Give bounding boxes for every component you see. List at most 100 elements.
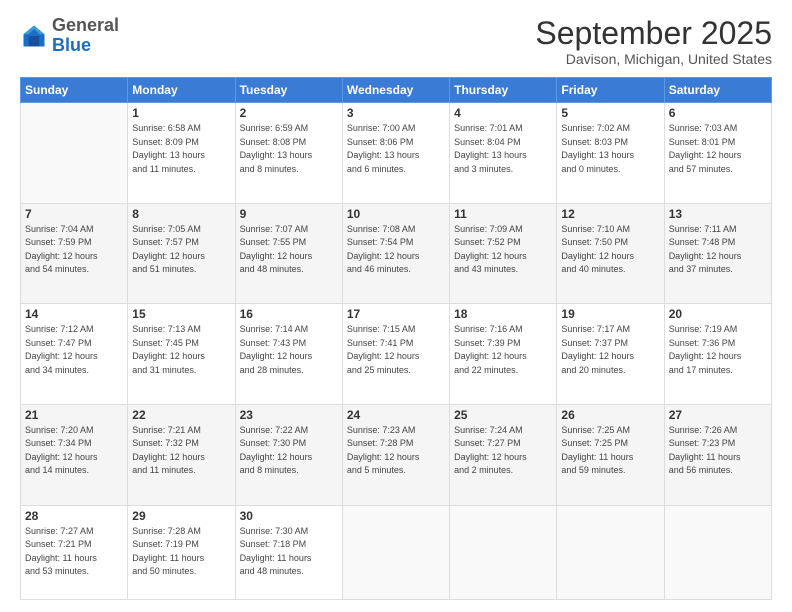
page: General Blue September 2025 Davison, Mic… <box>0 0 792 612</box>
day-info-line: Sunset: 7:50 PM <box>561 236 659 250</box>
day-info-line: Sunrise: 6:58 AM <box>132 122 230 136</box>
day-info-line: and 48 minutes. <box>240 263 338 277</box>
day-info-line: Daylight: 12 hours <box>240 250 338 264</box>
location: Davison, Michigan, United States <box>535 51 772 67</box>
day-info-line: Sunset: 7:30 PM <box>240 437 338 451</box>
day-info-line: Sunset: 7:57 PM <box>132 236 230 250</box>
day-info-line: Sunset: 8:06 PM <box>347 136 445 150</box>
calendar-week-4: 21Sunrise: 7:20 AMSunset: 7:34 PMDayligh… <box>21 404 772 505</box>
day-info-line: Sunset: 7:18 PM <box>240 538 338 552</box>
calendar-cell <box>557 505 664 600</box>
calendar-cell: 21Sunrise: 7:20 AMSunset: 7:34 PMDayligh… <box>21 404 128 505</box>
day-info-line: and 43 minutes. <box>454 263 552 277</box>
column-header-friday: Friday <box>557 78 664 103</box>
day-info-line: Daylight: 12 hours <box>25 350 123 364</box>
day-number: 7 <box>25 207 123 221</box>
day-number: 15 <box>132 307 230 321</box>
calendar-cell <box>664 505 771 600</box>
day-info-line: and 54 minutes. <box>25 263 123 277</box>
calendar-cell: 15Sunrise: 7:13 AMSunset: 7:45 PMDayligh… <box>128 304 235 405</box>
day-info-line: Sunrise: 7:23 AM <box>347 424 445 438</box>
day-info-line: Sunrise: 7:08 AM <box>347 223 445 237</box>
day-info-line: Sunrise: 7:10 AM <box>561 223 659 237</box>
day-info-line: Daylight: 12 hours <box>347 250 445 264</box>
day-info-line: Sunrise: 7:13 AM <box>132 323 230 337</box>
day-info-line: Daylight: 12 hours <box>132 350 230 364</box>
day-info-line: and 2 minutes. <box>454 464 552 478</box>
calendar-week-2: 7Sunrise: 7:04 AMSunset: 7:59 PMDaylight… <box>21 203 772 304</box>
day-info-line: Daylight: 13 hours <box>454 149 552 163</box>
day-info-line: Sunrise: 7:01 AM <box>454 122 552 136</box>
day-number: 19 <box>561 307 659 321</box>
calendar-cell: 20Sunrise: 7:19 AMSunset: 7:36 PMDayligh… <box>664 304 771 405</box>
day-info-line: Sunset: 7:48 PM <box>669 236 767 250</box>
day-number: 24 <box>347 408 445 422</box>
day-number: 16 <box>240 307 338 321</box>
calendar-cell: 24Sunrise: 7:23 AMSunset: 7:28 PMDayligh… <box>342 404 449 505</box>
calendar-week-1: 1Sunrise: 6:58 AMSunset: 8:09 PMDaylight… <box>21 103 772 204</box>
day-number: 30 <box>240 509 338 523</box>
day-number: 11 <box>454 207 552 221</box>
day-info-line: and 31 minutes. <box>132 364 230 378</box>
day-info-line: and 53 minutes. <box>25 565 123 579</box>
day-number: 4 <box>454 106 552 120</box>
day-info-line: and 17 minutes. <box>669 364 767 378</box>
day-info-line: Sunrise: 7:22 AM <box>240 424 338 438</box>
day-number: 13 <box>669 207 767 221</box>
day-info-line: Sunset: 7:19 PM <box>132 538 230 552</box>
calendar-cell: 23Sunrise: 7:22 AMSunset: 7:30 PMDayligh… <box>235 404 342 505</box>
day-info-line: Daylight: 13 hours <box>347 149 445 163</box>
day-info-line: Sunrise: 7:17 AM <box>561 323 659 337</box>
calendar-cell <box>21 103 128 204</box>
calendar-cell: 5Sunrise: 7:02 AMSunset: 8:03 PMDaylight… <box>557 103 664 204</box>
day-info-line: Sunrise: 7:05 AM <box>132 223 230 237</box>
day-info-line: Daylight: 12 hours <box>240 451 338 465</box>
calendar-cell: 22Sunrise: 7:21 AMSunset: 7:32 PMDayligh… <box>128 404 235 505</box>
day-info-line: Sunrise: 7:00 AM <box>347 122 445 136</box>
day-number: 3 <box>347 106 445 120</box>
calendar-cell: 14Sunrise: 7:12 AMSunset: 7:47 PMDayligh… <box>21 304 128 405</box>
calendar-cell <box>450 505 557 600</box>
day-info-line: Sunset: 7:52 PM <box>454 236 552 250</box>
day-info-line: Daylight: 11 hours <box>240 552 338 566</box>
day-number: 20 <box>669 307 767 321</box>
calendar-cell: 26Sunrise: 7:25 AMSunset: 7:25 PMDayligh… <box>557 404 664 505</box>
day-info-line: and 3 minutes. <box>454 163 552 177</box>
calendar-week-5: 28Sunrise: 7:27 AMSunset: 7:21 PMDayligh… <box>21 505 772 600</box>
day-info-line: Sunrise: 7:21 AM <box>132 424 230 438</box>
logo-general: General <box>52 15 119 35</box>
calendar-cell: 11Sunrise: 7:09 AMSunset: 7:52 PMDayligh… <box>450 203 557 304</box>
day-info-line: and 11 minutes. <box>132 464 230 478</box>
day-info-line: Sunrise: 7:20 AM <box>25 424 123 438</box>
calendar-cell: 27Sunrise: 7:26 AMSunset: 7:23 PMDayligh… <box>664 404 771 505</box>
day-number: 14 <box>25 307 123 321</box>
day-info-line: Sunrise: 7:19 AM <box>669 323 767 337</box>
column-header-saturday: Saturday <box>664 78 771 103</box>
day-number: 2 <box>240 106 338 120</box>
day-info-line: Daylight: 11 hours <box>561 451 659 465</box>
day-info-line: and 46 minutes. <box>347 263 445 277</box>
calendar-cell: 4Sunrise: 7:01 AMSunset: 8:04 PMDaylight… <box>450 103 557 204</box>
day-number: 21 <box>25 408 123 422</box>
day-info-line: and 6 minutes. <box>347 163 445 177</box>
day-info-line: Daylight: 11 hours <box>132 552 230 566</box>
day-number: 17 <box>347 307 445 321</box>
day-info-line: Sunrise: 7:16 AM <box>454 323 552 337</box>
day-info-line: Daylight: 12 hours <box>669 350 767 364</box>
day-info-line: and 8 minutes. <box>240 163 338 177</box>
day-info-line: Sunset: 7:39 PM <box>454 337 552 351</box>
column-header-thursday: Thursday <box>450 78 557 103</box>
column-header-sunday: Sunday <box>21 78 128 103</box>
day-info-line: Daylight: 12 hours <box>132 451 230 465</box>
day-number: 18 <box>454 307 552 321</box>
calendar-cell: 29Sunrise: 7:28 AMSunset: 7:19 PMDayligh… <box>128 505 235 600</box>
column-header-wednesday: Wednesday <box>342 78 449 103</box>
calendar-cell: 2Sunrise: 6:59 AMSunset: 8:08 PMDaylight… <box>235 103 342 204</box>
logo-icon <box>20 22 48 50</box>
day-info-line: Sunset: 8:08 PM <box>240 136 338 150</box>
day-info-line: Daylight: 12 hours <box>347 451 445 465</box>
calendar-cell: 18Sunrise: 7:16 AMSunset: 7:39 PMDayligh… <box>450 304 557 405</box>
day-info-line: Daylight: 12 hours <box>454 451 552 465</box>
day-info-line: and 56 minutes. <box>669 464 767 478</box>
calendar-week-3: 14Sunrise: 7:12 AMSunset: 7:47 PMDayligh… <box>21 304 772 405</box>
